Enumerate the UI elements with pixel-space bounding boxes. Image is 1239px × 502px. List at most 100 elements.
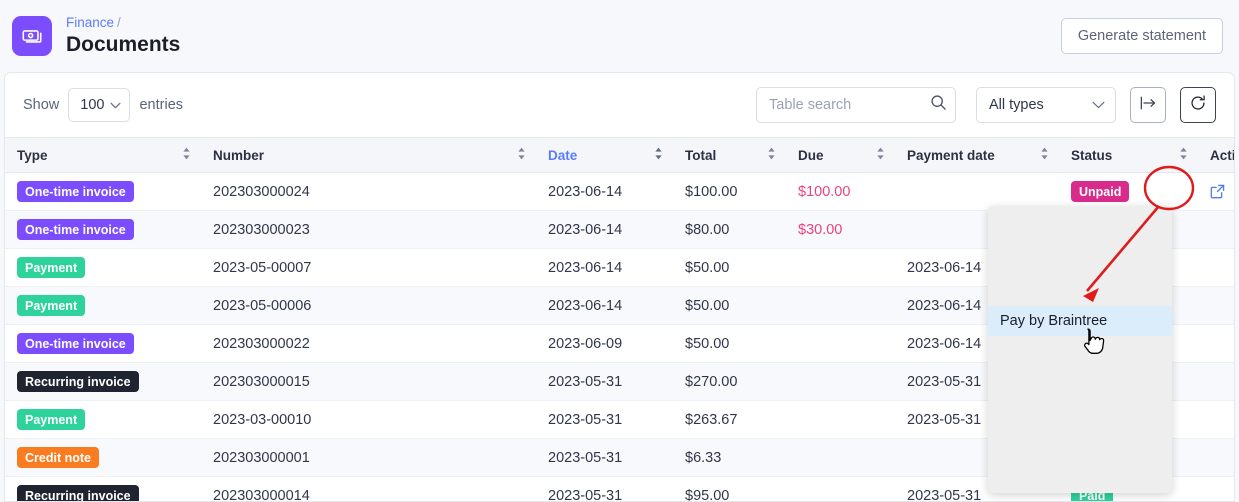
cell-total-value: $6.33 xyxy=(685,449,722,466)
export-icon xyxy=(1139,95,1157,116)
column-header-date[interactable]: Date xyxy=(536,137,673,173)
table-row[interactable]: One-time invoice 202303000024 2023-06-14 $1… xyxy=(5,172,1234,211)
generate-statement-button[interactable]: Generate statement xyxy=(1060,18,1223,54)
cell-payment-date-value: 2023-05-31 xyxy=(907,373,982,390)
cell-actions xyxy=(1198,324,1234,363)
refresh-button[interactable] xyxy=(1180,87,1216,123)
column-header-due[interactable]: Due xyxy=(786,137,895,173)
type-filter-select[interactable]: All types xyxy=(976,87,1116,123)
cell-due-value: $100.00 xyxy=(798,183,851,200)
breadcrumb-separator: / xyxy=(117,15,121,30)
cell-date-value: 2023-05-31 xyxy=(548,487,623,502)
column-header-actions[interactable]: Actions xyxy=(1198,137,1234,173)
cell-number: 2023-05-00006 xyxy=(201,286,536,325)
cell-total: $50.00 xyxy=(673,286,786,325)
cell-type: Payment xyxy=(5,400,201,439)
cell-total: $263.67 xyxy=(673,400,786,439)
cell-number-value: 2023-05-00007 xyxy=(213,259,312,276)
type-badge: One-time invoice xyxy=(17,333,134,354)
cell-date: 2023-05-31 xyxy=(536,362,673,401)
cell-date: 2023-06-14 xyxy=(536,248,673,287)
cell-total: $6.33 xyxy=(673,438,786,477)
cell-actions xyxy=(1198,248,1234,287)
cell-actions xyxy=(1198,476,1234,501)
cell-date: 2023-06-14 xyxy=(536,172,673,211)
entries-per-page-value: 100 xyxy=(80,97,105,113)
payment-method-dropdown[interactable]: Pay by Braintree xyxy=(988,206,1172,493)
cell-due xyxy=(786,438,895,477)
column-header-payment-date[interactable]: Payment date xyxy=(895,137,1059,173)
cell-total-value: $270.00 xyxy=(685,373,738,390)
title-block: Finance / Documents xyxy=(66,14,180,58)
row-actions xyxy=(1210,184,1234,200)
cell-date: 2023-06-14 xyxy=(536,210,673,249)
cell-total: $80.00 xyxy=(673,210,786,249)
cell-date-value: 2023-05-31 xyxy=(548,373,623,390)
sort-icon xyxy=(1179,147,1188,163)
cell-total: $95.00 xyxy=(673,476,786,502)
cell-date: 2023-05-31 xyxy=(536,438,673,477)
type-badge: Credit note xyxy=(17,447,99,468)
type-filter-value: All types xyxy=(989,97,1044,113)
cell-total-value: $263.67 xyxy=(685,411,738,428)
breadcrumb-link-finance[interactable]: Finance xyxy=(66,15,114,30)
dropdown-item-pay-by-braintree[interactable]: Pay by Braintree xyxy=(988,306,1172,336)
cell-total: $100.00 xyxy=(673,172,786,211)
cell-total-value: $50.00 xyxy=(685,259,730,276)
cell-type: Payment xyxy=(5,286,201,325)
sort-icon xyxy=(182,147,191,163)
sort-icon-active xyxy=(654,147,663,163)
type-badge: Payment xyxy=(17,295,86,316)
status-badge: Unpaid xyxy=(1071,181,1130,202)
cell-number-value: 202303000022 xyxy=(213,335,310,352)
cell-total-value: $95.00 xyxy=(685,487,730,502)
show-entries-group: Show 100 entries xyxy=(23,88,183,122)
cell-number-value: 202303000001 xyxy=(213,449,310,466)
cell-due xyxy=(786,286,895,325)
cell-due xyxy=(786,400,895,439)
column-label: Actions xyxy=(1210,147,1234,163)
cell-type: One-time invoice xyxy=(5,172,201,211)
cell-date-value: 2023-05-31 xyxy=(548,449,623,466)
search-input[interactable] xyxy=(756,87,956,123)
cell-number-value: 2023-03-00010 xyxy=(213,411,312,428)
cell-actions xyxy=(1198,362,1234,401)
column-header-total[interactable]: Total xyxy=(673,137,786,173)
cell-actions xyxy=(1198,286,1234,325)
type-badge: One-time invoice xyxy=(17,181,134,202)
cell-due xyxy=(786,248,895,287)
cell-due xyxy=(786,476,895,501)
page-title: Documents xyxy=(66,33,181,56)
cell-type: Recurring invoice xyxy=(5,362,201,401)
cell-type: Payment xyxy=(5,248,201,287)
chevron-down-icon xyxy=(1092,97,1105,113)
cell-date-value: 2023-06-14 xyxy=(548,297,623,314)
entries-label: entries xyxy=(139,97,184,113)
table-head: Type Number Date Total Due Payment date … xyxy=(5,137,1234,173)
entries-per-page-select[interactable]: 100 xyxy=(68,88,131,122)
show-label: Show xyxy=(23,97,60,113)
column-label: Type xyxy=(17,147,48,163)
type-badge: Payment xyxy=(17,257,86,278)
cell-total-value: $100.00 xyxy=(685,183,738,200)
sort-icon xyxy=(767,147,776,163)
column-header-number[interactable]: Number xyxy=(201,137,536,173)
sort-icon xyxy=(1040,147,1049,163)
cell-actions xyxy=(1198,172,1234,211)
export-button[interactable] xyxy=(1130,87,1166,123)
type-badge: One-time invoice xyxy=(17,219,134,240)
cell-payment-date-value: 2023-06-14 xyxy=(907,259,982,276)
column-header-type[interactable]: Type xyxy=(5,137,201,173)
column-label: Payment date xyxy=(907,147,995,163)
column-label: Status xyxy=(1071,147,1113,163)
refresh-icon xyxy=(1189,94,1207,117)
external-link-icon[interactable] xyxy=(1210,184,1225,199)
cell-number-value: 202303000023 xyxy=(213,221,310,238)
cell-number: 2023-03-00010 xyxy=(201,400,536,439)
cell-total: $50.00 xyxy=(673,248,786,287)
cell-due-value: $30.00 xyxy=(798,221,843,238)
cell-date: 2023-05-31 xyxy=(536,400,673,439)
dropdown-ghost-header xyxy=(1000,215,1160,229)
column-header-status[interactable]: Status xyxy=(1059,137,1198,173)
column-label: Date xyxy=(548,147,578,163)
